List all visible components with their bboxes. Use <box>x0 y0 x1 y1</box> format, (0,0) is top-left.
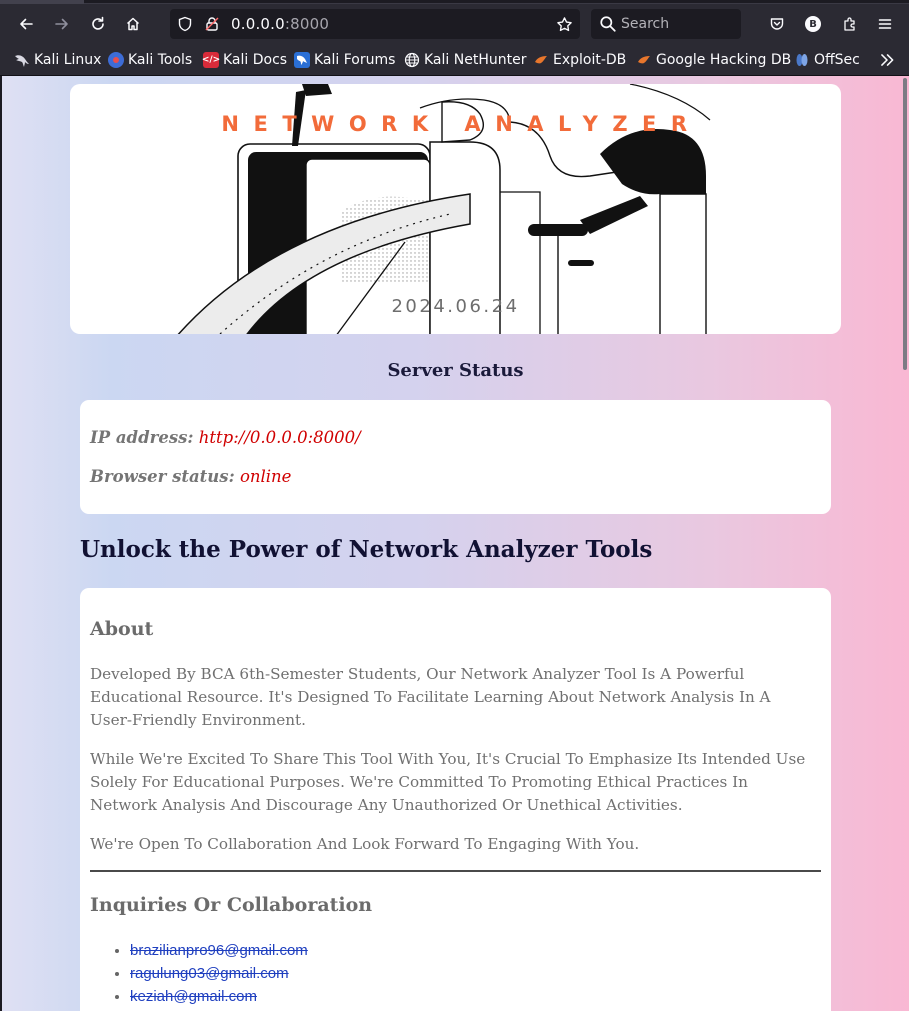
bookmark-label: Kali NetHunter <box>424 52 527 68</box>
browser-status-value: online <box>239 467 292 486</box>
inquiries-title: Inquiries Or Collaboration <box>90 894 373 916</box>
bookmark-kali-docs[interactable]: </> Kali Docs <box>202 51 288 69</box>
page-title: Unlock the Power of Network Analyzer Too… <box>80 536 653 563</box>
pocket-button[interactable] <box>763 10 791 38</box>
search-bar[interactable]: Search <box>591 9 741 39</box>
home-icon <box>126 17 140 31</box>
kali-tools-icon <box>108 52 124 68</box>
url-host: 0.0.0.0 <box>231 15 285 33</box>
url-bar[interactable]: 0.0.0.0:8000 <box>170 9 580 39</box>
list-item: keziah@gmail.com <box>130 985 308 1008</box>
bookmark-kali-linux[interactable]: Kali Linux <box>14 51 101 69</box>
list-item: ragulung03@gmail.com <box>130 962 308 985</box>
bookmark-label: Kali Forums <box>314 52 396 68</box>
globe-icon <box>404 52 420 68</box>
section-divider <box>90 870 821 872</box>
url-port: :8000 <box>284 15 330 33</box>
bookmark-label: Kali Linux <box>34 52 102 68</box>
hamburger-menu-icon <box>878 19 892 29</box>
about-paragraph-1: Developed By BCA 6th-Semester Students, … <box>90 665 771 729</box>
scrollbar-thumb[interactable] <box>903 78 907 370</box>
about-card: About Developed By BCA 6th-Semester Stud… <box>80 588 831 1011</box>
ip-address-row: IP address: http://0.0.0.0:8000/ <box>90 428 361 447</box>
browser-status-row: Browser status: online <box>90 467 291 486</box>
bookmark-kali-forums[interactable]: Kali Forums <box>294 51 395 69</box>
reload-icon <box>92 16 104 30</box>
about-paragraph-3: We're Open To Collaboration And Look For… <box>90 835 640 853</box>
email-link[interactable]: ragulung03@gmail.com <box>130 965 289 982</box>
email-link[interactable]: keziah@gmail.com <box>130 988 257 1005</box>
navigation-toolbar: 0.0.0.0:8000 Search B <box>0 4 909 44</box>
arrow-right-icon <box>55 18 68 30</box>
hero-banner: NETWORK ANALYZER 2024.06.24 <box>70 84 841 334</box>
list-item: brazilianpro96@gmail.com <box>130 939 308 962</box>
app-title: NETWORK ANALYZER <box>221 112 702 136</box>
bookmark-label: Kali Docs <box>223 52 288 68</box>
extensions-button[interactable] <box>836 10 864 38</box>
bookmarks-toolbar: Kali Linux Kali Tools </> Kali Docs Kali … <box>0 44 909 76</box>
bookmark-label: Exploit-DB <box>553 52 627 68</box>
about-paragraph-2: While We're Excited To Share This Tool W… <box>90 750 806 814</box>
account-avatar[interactable]: B <box>805 16 821 32</box>
browser-status-label: Browser status: <box>90 467 235 486</box>
menu-button[interactable] <box>871 10 899 38</box>
ip-address-value: http://0.0.0.0:8000/ <box>198 428 361 447</box>
ip-address-label: IP address: <box>90 428 194 447</box>
about-title: About <box>90 618 154 640</box>
bookmark-kali-nethunter[interactable]: Kali NetHunter <box>404 51 526 69</box>
kali-dragon-icon <box>14 52 30 68</box>
server-status-heading: Server Status <box>387 360 524 381</box>
email-list: brazilianpro96@gmail.com ragulung03@gmai… <box>108 939 308 1008</box>
back-button[interactable] <box>12 10 40 38</box>
banner-date: 2024.06.24 <box>391 296 520 317</box>
forward-button[interactable] <box>48 10 76 38</box>
bookmarks-overflow-button[interactable] <box>878 51 898 69</box>
bookmark-exploit-db[interactable]: Exploit-DB <box>533 51 626 69</box>
arrow-left-icon <box>20 18 33 30</box>
home-button[interactable] <box>119 10 147 38</box>
search-placeholder: Search <box>621 16 670 32</box>
url-text[interactable]: 0.0.0.0:8000 <box>231 15 329 33</box>
kali-forums-icon <box>294 52 310 68</box>
chevron-double-right-icon <box>881 54 894 66</box>
shield-icon[interactable] <box>176 15 194 33</box>
offsec-icon <box>794 52 810 68</box>
bookmark-google-hacking-db[interactable]: Google Hacking DB <box>636 51 791 69</box>
page-scrollbar[interactable] <box>902 76 909 1011</box>
bookmark-kali-tools[interactable]: Kali Tools <box>108 51 192 69</box>
bookmark-label: OffSec <box>814 52 860 68</box>
kali-docs-icon: </> <box>202 52 220 68</box>
bookmark-label: Kali Tools <box>128 52 193 68</box>
puzzle-icon <box>844 17 855 31</box>
ghdb-icon <box>636 52 652 68</box>
server-status-card: IP address: http://0.0.0.0:8000/ Browser… <box>80 400 831 514</box>
bookmark-offsec[interactable]: OffSec <box>794 51 860 69</box>
page-viewport[interactable]: NETWORK ANALYZER 2024.06.24 Server Statu… <box>2 76 909 1011</box>
exploit-db-icon <box>533 52 549 68</box>
search-icon <box>600 16 616 32</box>
bookmark-label: Google Hacking DB <box>656 52 792 68</box>
reload-button[interactable] <box>84 10 112 38</box>
insecure-lock-icon[interactable] <box>203 15 221 33</box>
pocket-icon <box>770 18 784 30</box>
email-link[interactable]: brazilianpro96@gmail.com <box>130 942 308 959</box>
bookmark-star-icon[interactable] <box>555 15 573 33</box>
